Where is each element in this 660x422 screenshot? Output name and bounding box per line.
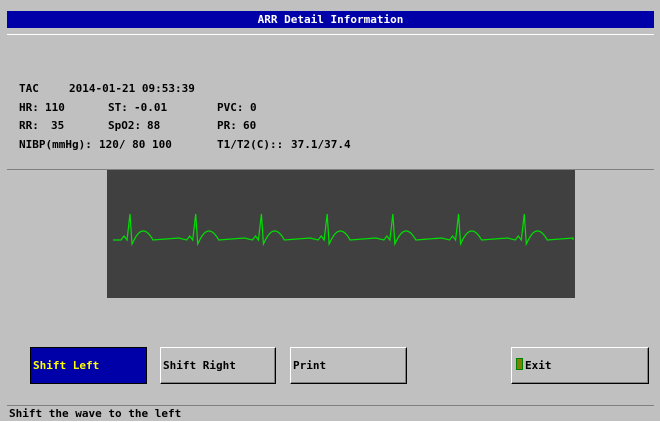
nibp-value: 120/ 80 100 [99,138,172,151]
temp-label: T1/T2(C):: [217,138,284,151]
shift-left-label: Shift Left [33,359,100,372]
spo2-label: SpO2: [108,119,142,132]
info-panel: TAC 2014-01-21 09:53:39 HR: 110 ST: -0.0… [7,34,654,171]
st-label: ST: [108,101,128,114]
vitals-row-2: RR: 35 SpO2: 88 PR: 60 [19,119,256,133]
exit-button[interactable]: Exit [511,347,649,384]
shift-right-label: Shift Right [163,359,236,372]
temp-value: 37.1/37.4 [291,138,351,151]
shift-right-button[interactable]: Shift Right [160,347,276,384]
event-row: TAC 2014-01-21 09:53:39 [19,82,195,96]
print-label: Print [293,359,327,372]
ecg-trace [113,213,574,247]
print-button[interactable]: Print [290,347,407,384]
spo2-value: 88 [147,119,161,132]
exit-label: Exit [525,359,552,372]
window-title: ARR Detail Information [7,11,654,28]
hr-label: HR: [19,101,39,114]
hr-value: 110 [45,101,65,114]
arr-detail-window: ARR Detail Information TAC 2014-01-21 09… [0,0,660,421]
pr-label: PR: [217,119,237,132]
pvc-label: PVC: [217,101,244,114]
st-value: -0.01 [134,101,168,114]
pr-value: 60 [243,119,257,132]
wave-panel [7,169,654,300]
shift-left-button[interactable]: Shift Left [30,347,147,384]
event-datetime: 2014-01-21 09:53:39 [69,82,195,95]
vitals-row-1: HR: 110 ST: -0.01 PVC: 0 [19,101,257,115]
exit-icon [516,358,523,370]
rr-value: 35 [51,119,65,132]
status-bar: Shift the wave to the left [7,405,654,421]
button-area: Shift Left Shift Right Print Exit [7,299,654,403]
event-type: TAC [19,82,39,95]
vitals-row-3: NIBP(mmHg): 120/ 80 100 T1/T2(C):: 37.1/… [19,138,351,152]
nibp-label: NIBP(mmHg): [19,138,92,151]
rr-label: RR: [19,119,39,132]
pvc-value: 0 [250,101,257,114]
ecg-waveform [107,170,575,298]
